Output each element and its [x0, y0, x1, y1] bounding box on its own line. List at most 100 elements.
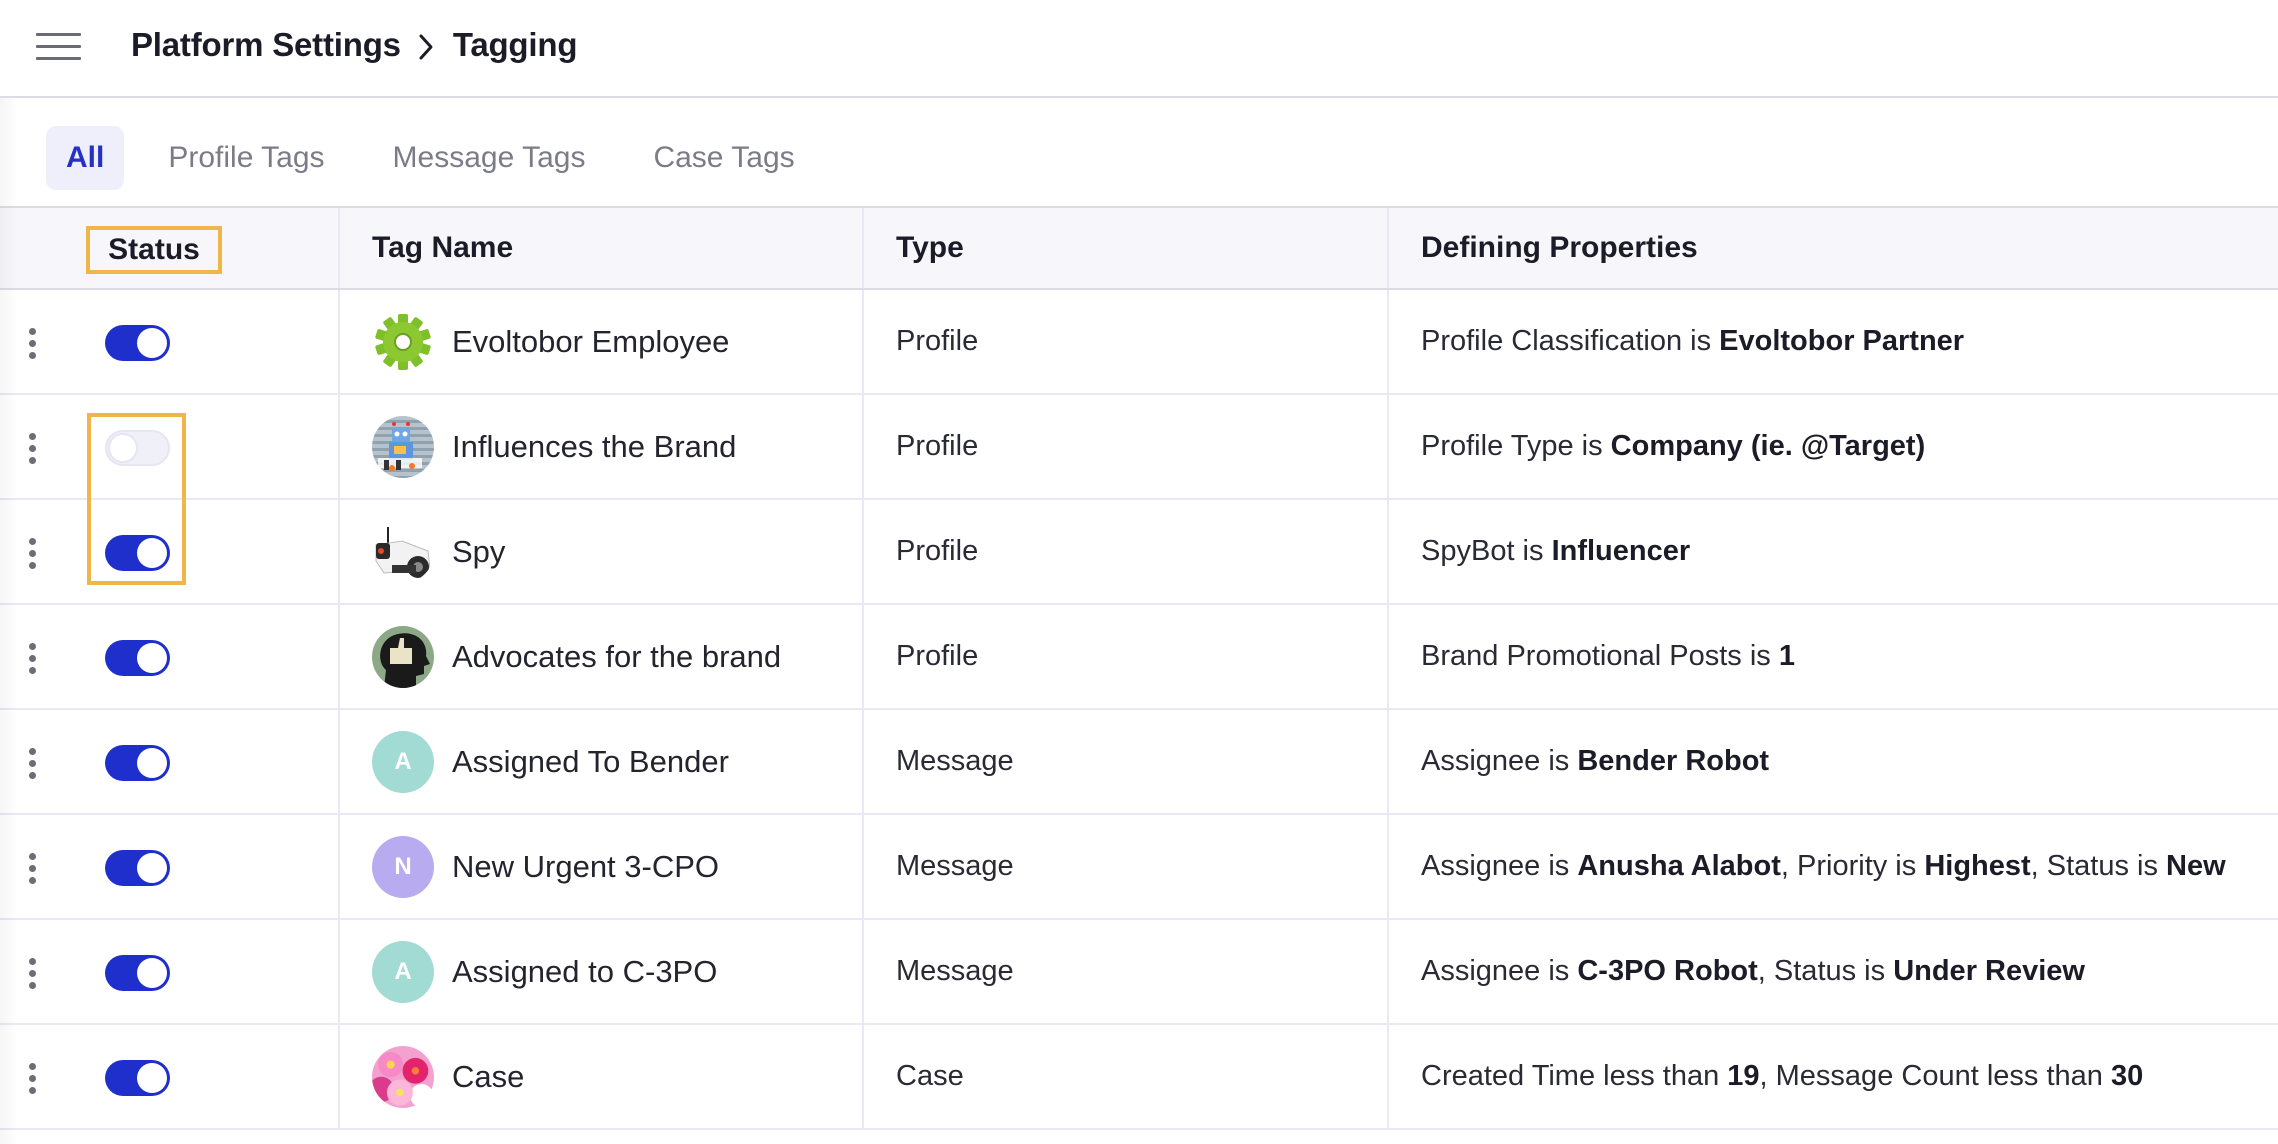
- table-row-4: Advocates for the brand Profile Brand Pr…: [0, 605, 2278, 710]
- tag-name-cell: A Assigned to C-3PO: [340, 920, 864, 1023]
- table-row-7: A Assigned to C-3PO Message Assignee is …: [0, 920, 2278, 1025]
- property-label: , Status is: [2030, 850, 2167, 882]
- property-label: , Message Count less than: [1759, 1060, 2111, 1092]
- property-label: Created Time less than: [1421, 1060, 1728, 1092]
- status-cell: [0, 710, 340, 813]
- tag-name[interactable]: Assigned to C-3PO: [452, 954, 717, 990]
- status-toggle[interactable]: [105, 1060, 170, 1096]
- tab-message-tags[interactable]: Message Tags: [371, 126, 608, 190]
- status-cell: [0, 920, 340, 1023]
- tags-table: Status Tag Name Type Defining Properties…: [0, 206, 2278, 1130]
- thumbs-up-head-icon: [372, 625, 434, 688]
- property-label: Assignee is: [1421, 745, 1578, 777]
- status-cell: [0, 1025, 340, 1128]
- tag-name[interactable]: Influences the Brand: [452, 429, 736, 465]
- table-row-1: Evoltobor Employee Profile Profile Class…: [0, 290, 2278, 395]
- status-toggle[interactable]: [105, 325, 170, 361]
- column-header-defining-properties[interactable]: Defining Properties: [1389, 208, 2278, 288]
- property-label: SpyBot is: [1421, 535, 1552, 567]
- status-cell: [0, 290, 340, 393]
- status-toggle[interactable]: [105, 850, 170, 886]
- more-options-icon[interactable]: [26, 746, 38, 782]
- tag-name[interactable]: New Urgent 3-CPO: [452, 849, 719, 885]
- status-toggle[interactable]: [105, 640, 170, 676]
- property-label: , Status is: [1757, 955, 1894, 987]
- more-options-icon[interactable]: [26, 641, 38, 677]
- status-toggle[interactable]: [105, 430, 170, 466]
- tab-case-tags[interactable]: Case Tags: [631, 126, 816, 190]
- table-row-2: Influences the Brand Profile Profile Typ…: [0, 395, 2278, 500]
- property-value: Bender Robot: [1577, 745, 1770, 777]
- column-header-type[interactable]: Type: [864, 208, 1389, 288]
- property-label: Assignee is: [1421, 955, 1578, 987]
- tag-name-cell: Influences the Brand: [340, 395, 864, 498]
- chevron-right-icon: [417, 27, 437, 63]
- breadcrumb: Platform Settings Tagging: [131, 26, 577, 64]
- property-value: Company (ie. @Target): [1610, 430, 1926, 462]
- tab-profile-tags[interactable]: Profile Tags: [146, 126, 346, 190]
- property-value: Influencer: [1551, 535, 1691, 567]
- tag-name[interactable]: Evoltobor Employee: [452, 324, 729, 360]
- hamburger-menu-icon[interactable]: [36, 31, 81, 63]
- tag-type: Profile: [896, 640, 979, 672]
- top-bar: Platform Settings Tagging: [0, 0, 2278, 98]
- type-cell: Profile: [864, 290, 1389, 393]
- defining-properties: Profile Type is Company (ie. @Target): [1421, 430, 1925, 463]
- more-options-icon[interactable]: [26, 326, 38, 362]
- tag-name[interactable]: Assigned To Bender: [452, 744, 729, 780]
- property-value: New: [2166, 850, 2226, 882]
- column-header-status[interactable]: Status: [86, 226, 222, 274]
- status-toggle[interactable]: [105, 955, 170, 991]
- flowers-icon: [372, 1045, 434, 1108]
- defining-properties: Assignee is Anusha Alabot, Priority is H…: [1421, 850, 2226, 883]
- more-options-icon[interactable]: [26, 1061, 38, 1097]
- type-cell: Profile: [864, 605, 1389, 708]
- type-cell: Case: [864, 1025, 1389, 1128]
- breadcrumb-platform-settings[interactable]: Platform Settings: [131, 26, 401, 64]
- avatar-initial-n: N: [372, 835, 434, 898]
- tag-type: Profile: [896, 430, 979, 462]
- tag-type: Message: [896, 850, 1014, 882]
- column-header-status-cell: Status: [0, 208, 340, 288]
- table-row-3: Spy Profile SpyBot is Influencer: [0, 500, 2278, 605]
- more-options-icon[interactable]: [26, 431, 38, 467]
- defining-properties: Assignee is C-3PO Robot, Status is Under…: [1421, 955, 2085, 988]
- property-label: Profile Classification is: [1421, 325, 1720, 357]
- tag-name-cell: Case: [340, 1025, 864, 1128]
- defining-properties-cell: Assignee is Bender Robot: [1389, 710, 2278, 813]
- property-value: Evoltobor Partner: [1719, 325, 1965, 357]
- more-options-icon[interactable]: [26, 851, 38, 887]
- tab-all[interactable]: All: [46, 126, 125, 190]
- type-cell: Profile: [864, 500, 1389, 603]
- defining-properties-cell: Created Time less than 19, Message Count…: [1389, 1025, 2278, 1128]
- status-toggle[interactable]: [105, 535, 170, 571]
- status-cell: [0, 815, 340, 918]
- avatar-initial-a: A: [372, 940, 434, 1003]
- status-toggle[interactable]: [105, 745, 170, 781]
- tag-type: Profile: [896, 535, 979, 567]
- defining-properties-cell: SpyBot is Influencer: [1389, 500, 2278, 603]
- tag-name-cell: Spy: [340, 500, 864, 603]
- more-options-icon[interactable]: [26, 536, 38, 572]
- tag-name[interactable]: Advocates for the brand: [452, 639, 781, 675]
- tag-name-cell: Advocates for the brand: [340, 605, 864, 708]
- more-options-icon[interactable]: [26, 956, 38, 992]
- tag-name[interactable]: Spy: [452, 534, 505, 570]
- green-gear-icon: [372, 311, 434, 373]
- property-value: 30: [2110, 1060, 2144, 1092]
- property-label: Assignee is: [1421, 850, 1578, 882]
- property-value: Under Review: [1893, 955, 2085, 987]
- property-value: C-3PO Robot: [1577, 955, 1758, 987]
- tag-type-tabs: All Profile Tags Message Tags Case Tags: [46, 126, 841, 190]
- tag-type: Profile: [896, 325, 979, 357]
- type-cell: Profile: [864, 395, 1389, 498]
- table-row-6: N New Urgent 3-CPO Message Assignee is A…: [0, 815, 2278, 920]
- status-cell: [0, 500, 340, 603]
- tag-name[interactable]: Case: [452, 1059, 524, 1095]
- tag-type: Case: [896, 1060, 964, 1092]
- column-header-tag-name[interactable]: Tag Name: [340, 208, 864, 288]
- defining-properties-cell: Profile Type is Company (ie. @Target): [1389, 395, 2278, 498]
- defining-properties: Profile Classification is Evoltobor Part…: [1421, 325, 1964, 358]
- type-cell: Message: [864, 815, 1389, 918]
- property-label: Profile Type is: [1421, 430, 1611, 462]
